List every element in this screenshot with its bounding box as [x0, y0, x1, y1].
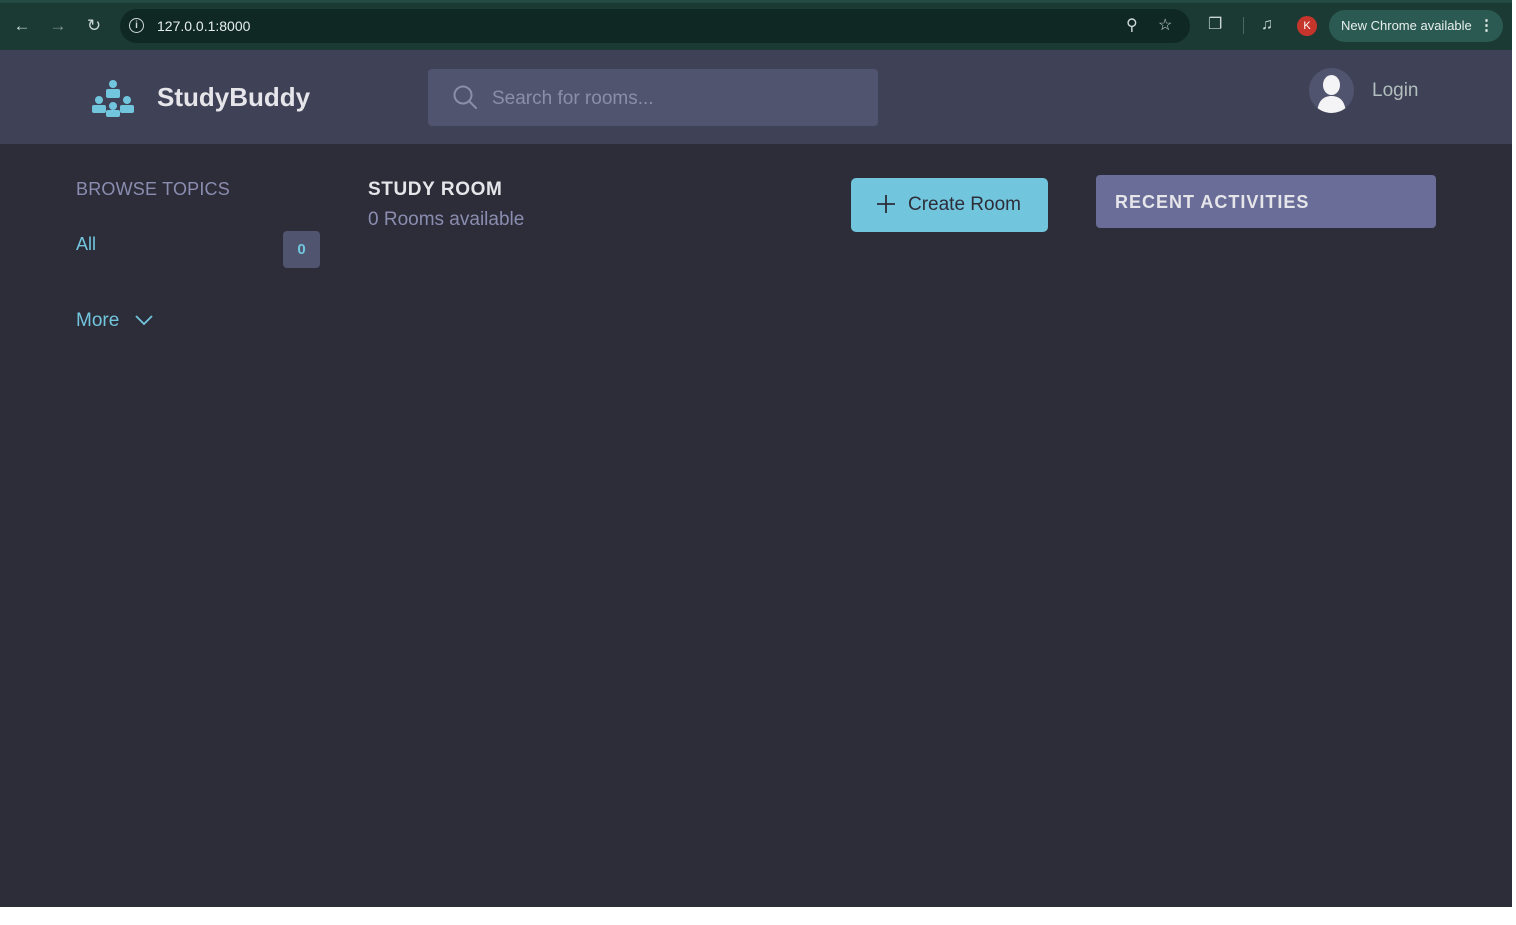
- bookmark-star-icon[interactable]: ☆: [1158, 16, 1172, 36]
- forward-icon[interactable]: →: [46, 14, 70, 38]
- back-icon[interactable]: ←: [10, 14, 34, 38]
- toolbar-divider: [1243, 17, 1244, 34]
- create-room-button[interactable]: Create Room: [851, 178, 1048, 232]
- site-info-icon[interactable]: i: [129, 18, 144, 33]
- login-link[interactable]: Login: [1372, 80, 1419, 102]
- more-topics-button[interactable]: More: [76, 310, 153, 332]
- topic-all-link[interactable]: All: [76, 234, 96, 255]
- page: StudyBuddy Login BROWSE TOPICS All 0 Mor…: [0, 50, 1512, 907]
- plus-icon: [877, 195, 895, 213]
- zoom-icon[interactable]: ⚲: [1126, 16, 1138, 36]
- topic-all-count: 0: [283, 231, 320, 268]
- address-url[interactable]: 127.0.0.1:8000: [157, 18, 250, 34]
- address-bar[interactable]: i 127.0.0.1:8000 ⚲ ☆: [120, 9, 1190, 43]
- search-icon: [453, 85, 477, 109]
- rooms-available-text: 0 Rooms available: [368, 209, 525, 230]
- browse-topics-heading: BROWSE TOPICS: [76, 179, 230, 199]
- user-silhouette-icon: [1317, 75, 1346, 113]
- tab-strip-edge: [0, 0, 1512, 3]
- site-header: StudyBuddy Login: [0, 50, 1512, 144]
- study-room-heading: STUDY ROOM: [368, 179, 503, 200]
- media-controls-icon[interactable]: ♫: [1261, 14, 1273, 36]
- chrome-update-button[interactable]: New Chrome available ⋮: [1329, 10, 1503, 42]
- recent-activities-header: RECENT ACTIVITIES: [1096, 175, 1436, 228]
- recent-activities-title: RECENT ACTIVITIES: [1115, 192, 1310, 212]
- more-label: More: [76, 310, 120, 331]
- window-edge: [1512, 0, 1516, 925]
- extensions-icon[interactable]: ❐: [1208, 14, 1222, 36]
- avatar[interactable]: [1309, 68, 1354, 113]
- browser-toolbar: ← → ↻ i 127.0.0.1:8000 ⚲ ☆ ❐ ♫ K New Chr…: [0, 0, 1512, 50]
- search-bar: [428, 69, 878, 128]
- reload-icon[interactable]: ↻: [82, 14, 106, 38]
- brand-name[interactable]: StudyBuddy: [157, 82, 310, 113]
- profile-avatar[interactable]: K: [1297, 16, 1317, 36]
- create-room-label: Create Room: [908, 194, 1021, 215]
- update-label: New Chrome available: [1341, 18, 1472, 33]
- chevron-down-icon: [135, 315, 153, 326]
- search-input[interactable]: [490, 69, 864, 128]
- studybuddy-logo-icon[interactable]: [90, 78, 136, 118]
- menu-dots-icon[interactable]: ⋮: [1479, 10, 1494, 42]
